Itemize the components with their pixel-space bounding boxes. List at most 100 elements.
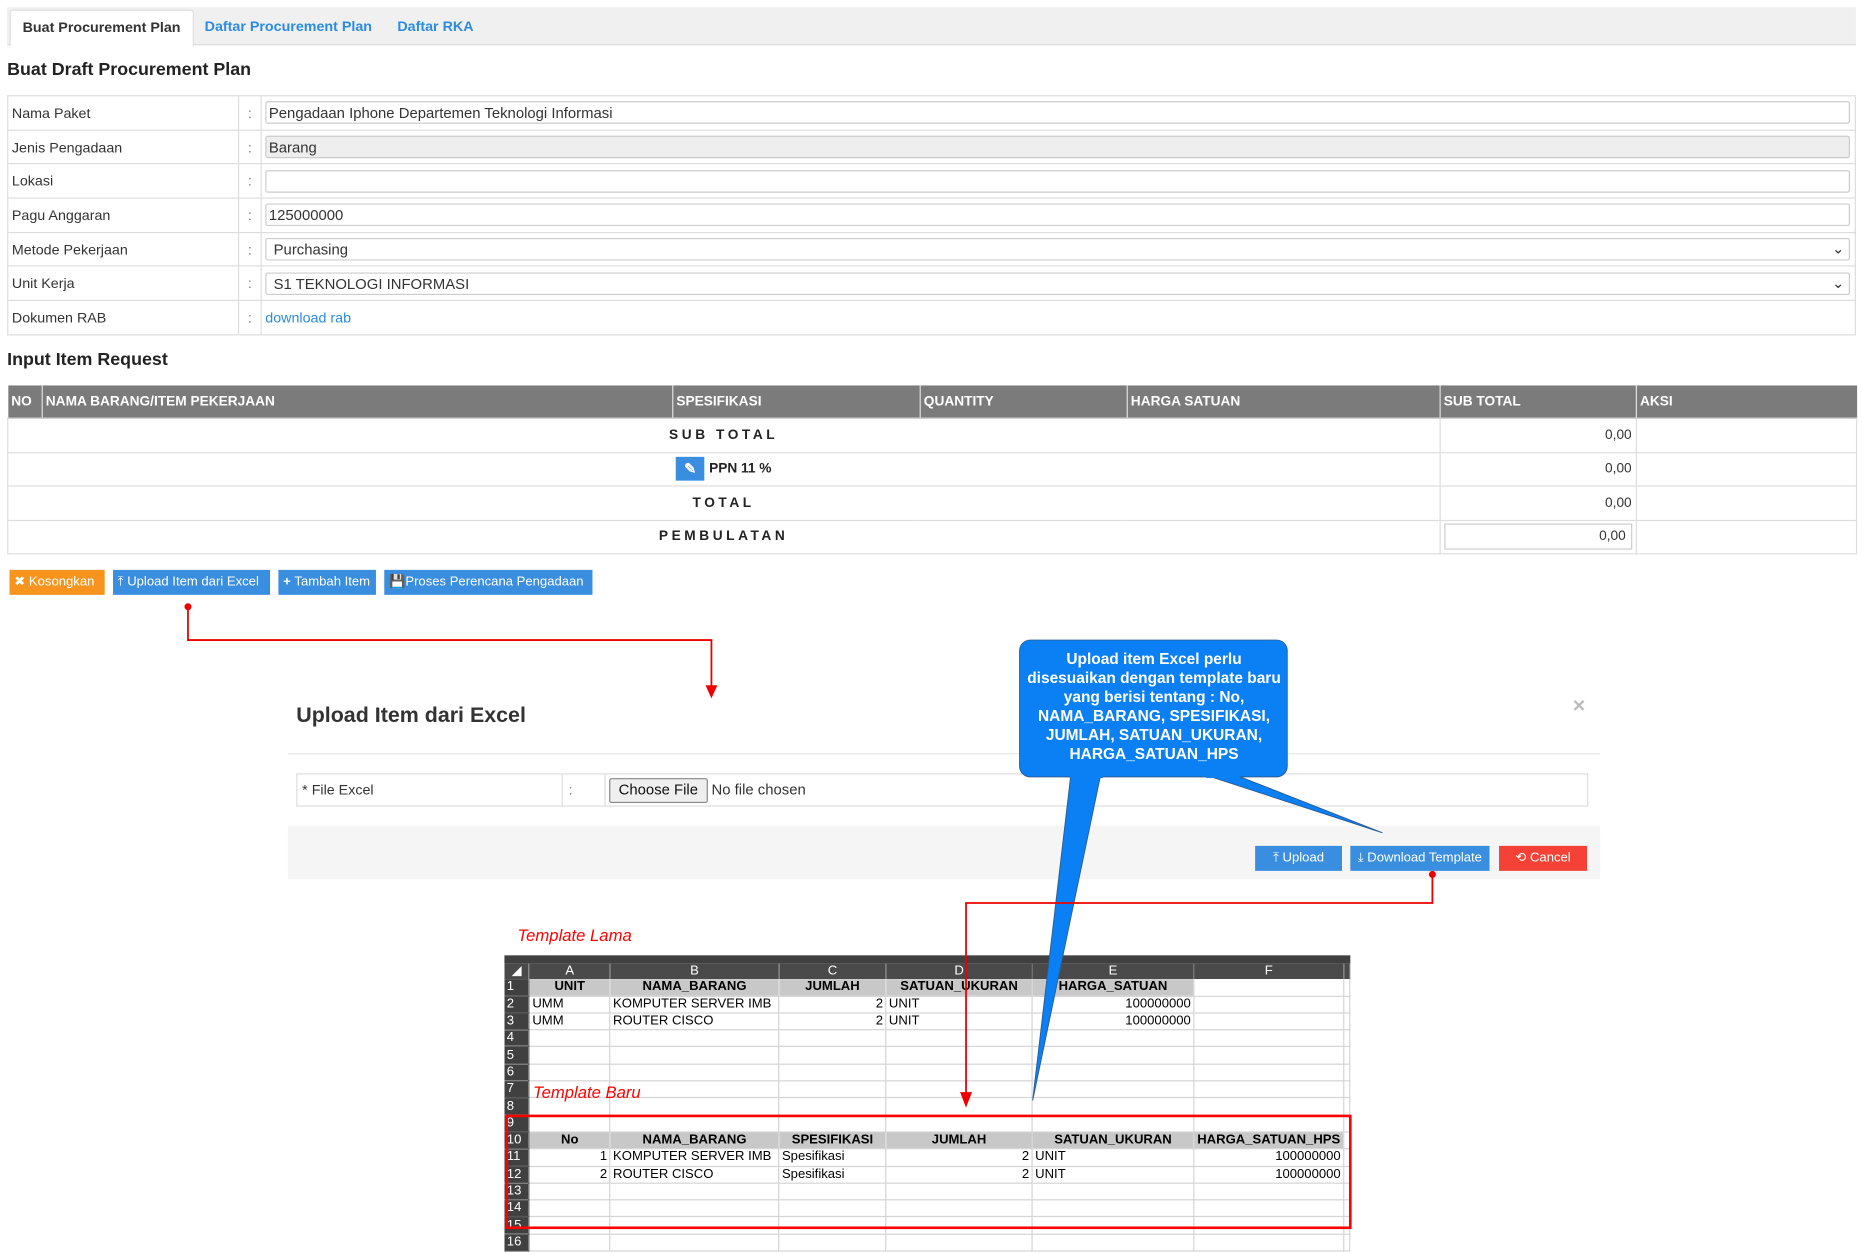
no-file-text: No file chosen — [711, 781, 806, 799]
sheet-row-number: 10 — [504, 1131, 530, 1150]
chevron-down-icon: ⌄ — [1832, 240, 1845, 258]
sheet-cell — [610, 1182, 780, 1201]
download-template-button[interactable]: ⤓ Download Template — [1350, 845, 1490, 871]
save-icon: 💾 — [389, 574, 406, 589]
sheet-filler — [1343, 1063, 1351, 1082]
sheet-cell: 100000000 — [1032, 995, 1195, 1014]
upload-button[interactable]: ⤒ Upload — [1255, 845, 1342, 871]
lokasi-label: Lokasi — [7, 163, 240, 199]
input-item-request-title: Input Item Request — [7, 349, 168, 370]
pagu-anggaran-input[interactable]: 125000000 — [265, 203, 1850, 227]
sheet-cell — [529, 1063, 611, 1082]
tab-daftar-rka[interactable]: Daftar RKA — [385, 10, 485, 45]
upload-excel-label: Upload Item dari Excel — [127, 574, 259, 589]
sheet-cell: UMM — [529, 995, 611, 1014]
sheet-cell: JUMLAH — [778, 979, 887, 997]
sheet-filler — [1343, 1012, 1351, 1031]
separator: : — [568, 781, 573, 799]
jenis-pengadaan-input: Barang — [265, 135, 1850, 159]
sheet-cell — [1193, 979, 1345, 997]
sheet-cell — [1032, 1063, 1195, 1082]
sheet-cell: 2 — [778, 995, 887, 1014]
sheet-cell: 100000000 — [1032, 1012, 1195, 1031]
sheet-row: 3 UMM ROUTER CISCO 2 UNIT 100000000 — [504, 1012, 1351, 1031]
sheet-row-number: 2 — [504, 995, 530, 1014]
sheet-cell — [1032, 1234, 1195, 1252]
sheet-row-number: 4 — [504, 1029, 530, 1048]
page-title: Buat Draft Procurement Plan — [7, 59, 252, 80]
sheet-cell — [529, 1182, 611, 1201]
sheet-filler — [1343, 1182, 1351, 1201]
sheet-column-header: A — [529, 963, 611, 980]
sheet-cell: UNIT — [1032, 1148, 1195, 1167]
proses-label: Proses Perencana Pengadaan — [405, 574, 584, 589]
sheet-cell — [1032, 1097, 1195, 1116]
metode-pekerjaan-select[interactable]: Purchasing ⌄ — [265, 238, 1850, 261]
download-icon: ⤓ — [1357, 850, 1368, 865]
upload-item-excel-button[interactable]: ⤒ Upload Item dari Excel — [113, 569, 271, 595]
tab-daftar-procurement-plan[interactable]: Daftar Procurement Plan — [193, 10, 384, 45]
tab-bar: Buat Procurement Plan Daftar Procurement… — [7, 7, 1856, 47]
sheet-cell — [610, 1063, 780, 1082]
kosongkan-button[interactable]: ✖ Kosongkan — [9, 569, 105, 595]
file-input[interactable]: Choose File No file chosen — [609, 774, 806, 805]
sheet-column-header: D — [885, 963, 1033, 980]
dokumen-rab-label: Dokumen RAB — [7, 299, 240, 336]
sheet-cell: 100000000 — [1193, 1148, 1345, 1167]
separator: : — [237, 197, 262, 233]
sheet-cell: No — [529, 1131, 611, 1150]
sheet-row-number: 16 — [504, 1234, 530, 1252]
sheet-cell — [1193, 1234, 1345, 1252]
sheet-cell: UNIT — [885, 995, 1033, 1014]
tambah-item-button[interactable]: + Tambah Item — [278, 569, 376, 595]
pembulatan-input[interactable]: 0,00 — [1443, 523, 1632, 550]
nama-paket-input[interactable]: Pengadaan Iphone Departemen Teknologi In… — [265, 101, 1850, 125]
modal-divider — [287, 753, 1601, 755]
separator: : — [237, 95, 262, 131]
sheet-cell: 2 — [529, 1165, 611, 1184]
lokasi-input[interactable] — [265, 169, 1850, 193]
upload-label: Upload — [1282, 850, 1325, 865]
file-excel-row: * File Excel : Choose File No file chose… — [296, 773, 1589, 807]
jenis-pengadaan-label: Jenis Pengadaan — [7, 129, 240, 165]
tab-buat-procurement-plan[interactable]: Buat Procurement Plan — [9, 9, 194, 47]
template-lama-label: Template Lama — [517, 925, 632, 945]
col-spesifikasi: SPESIFIKASI — [671, 385, 920, 419]
unit-kerja-select[interactable]: S1 TEKNOLOGI INFORMASI ⌄ — [265, 272, 1850, 295]
pembulatan-cell: 0,00 — [1438, 519, 1637, 555]
col-harga-satuan: HARGA SATUAN — [1126, 385, 1440, 419]
sheet-row-number: 7 — [504, 1080, 530, 1099]
sheet-cell — [1193, 1217, 1345, 1235]
cancel-button[interactable]: ⟲ Cancel — [1499, 845, 1588, 871]
sheet-cell: 2 — [885, 1148, 1033, 1167]
spreadsheet-image: ◢ A B C D E F 1 UNIT NAMA_BARANG JUMLAH SATUAN_UKUR… — [504, 955, 1351, 1252]
sheet-cell — [1032, 1080, 1195, 1099]
sheet-row: 1 UNIT NAMA_BARANG JUMLAH SATUAN_UKURAN HARGA… — [504, 979, 1351, 997]
separator: : — [237, 231, 262, 268]
sheet-row: 14 — [504, 1199, 1351, 1218]
sheet-cell — [885, 1029, 1033, 1048]
proses-perencana-button[interactable]: 💾Proses Perencana Pengadaan — [384, 569, 593, 595]
sheet-cell — [1032, 1182, 1195, 1201]
pembulatan-row: PEMBULATAN 0,00 — [7, 519, 1858, 555]
file-excel-label: * File Excel — [302, 781, 374, 799]
close-icon[interactable]: × — [1573, 694, 1586, 719]
sheet-row: 2 UMM KOMPUTER SERVER IMB 2 UNIT 100000000 — [504, 995, 1351, 1014]
sheet-cell — [885, 1217, 1033, 1235]
sheet-cell: Spesifikasi — [778, 1148, 887, 1167]
edit-ppn-button[interactable]: ✎ — [675, 457, 705, 481]
sheet-cell — [885, 1199, 1033, 1218]
sheet-cell: KOMPUTER SERVER IMB — [610, 1148, 780, 1167]
sheet-filler — [1343, 963, 1351, 980]
download-rab-link[interactable]: download rab — [265, 309, 351, 326]
sheet-cell: UMM — [529, 1012, 611, 1031]
upload-icon: ⤒ — [117, 574, 128, 589]
sheet-cell — [1032, 1046, 1195, 1065]
choose-file-button[interactable]: Choose File — [609, 778, 708, 804]
sheet-row: 10 No NAMA_BARANG SPESIFIKASI JUMLAH SATUAN_U… — [504, 1131, 1351, 1150]
sheet-filler — [1343, 1114, 1351, 1133]
sheet-row: 9 — [504, 1114, 1351, 1133]
sub-total-value: 0,00 — [1438, 417, 1637, 453]
sheet-cell — [1032, 1114, 1195, 1133]
aksi-cell — [1635, 485, 1858, 521]
